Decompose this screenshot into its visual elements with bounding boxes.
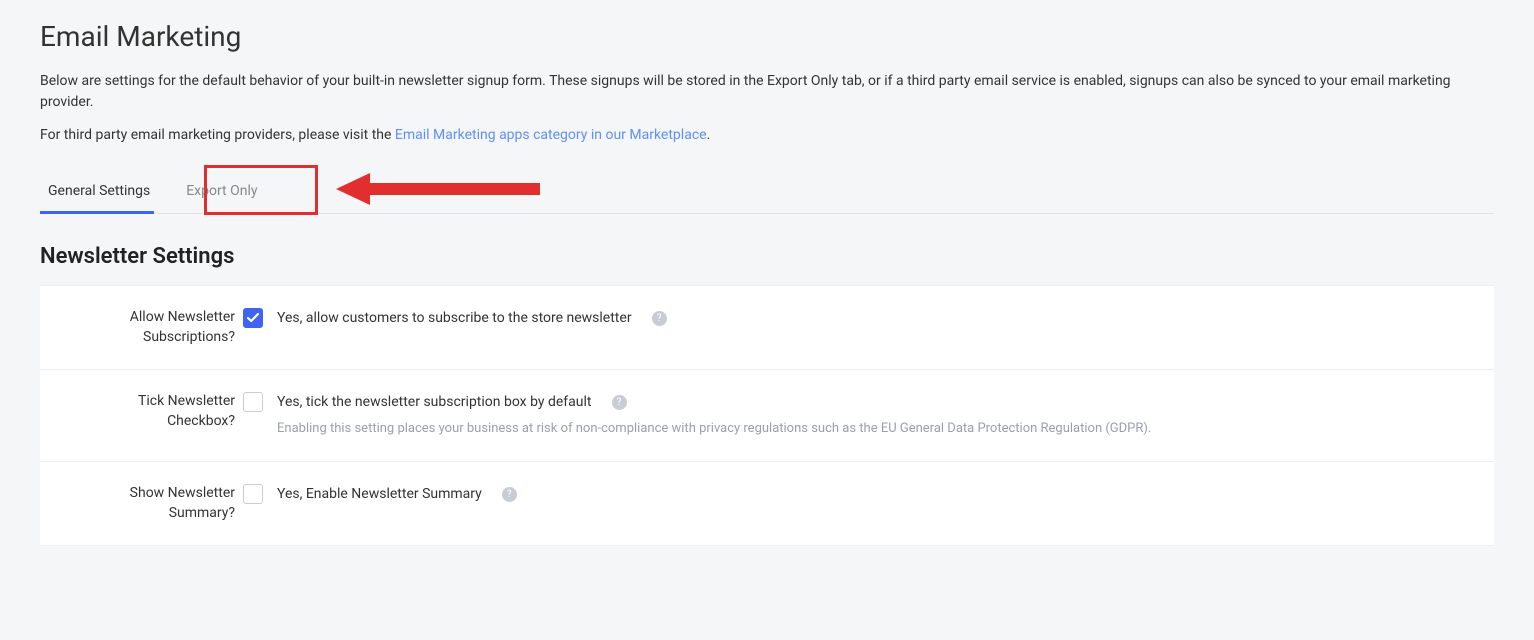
- marketplace-link[interactable]: Email Marketing apps category in our Mar…: [395, 127, 707, 143]
- help-icon[interactable]: ?: [502, 487, 517, 502]
- setting-label: Tick Newsletter Checkbox?: [68, 392, 243, 431]
- setting-tick-newsletter: Tick Newsletter Checkbox? Yes, tick the …: [40, 370, 1494, 462]
- page-description: Below are settings for the default behav…: [40, 71, 1494, 113]
- provider-text-prefix: For third party email marketing provider…: [40, 127, 395, 143]
- section-title: Newsletter Settings: [40, 244, 1494, 269]
- help-icon[interactable]: ?: [612, 395, 627, 410]
- setting-label: Show Newsletter Summary?: [68, 484, 243, 523]
- gdpr-warning-text: Enabling this setting places your busine…: [277, 420, 1466, 439]
- show-summary-checkbox[interactable]: [243, 484, 263, 504]
- setting-label: Allow Newsletter Subscriptions?: [68, 308, 243, 347]
- provider-text-suffix: .: [707, 127, 711, 143]
- tab-general-settings[interactable]: General Settings: [40, 171, 168, 213]
- setting-allow-newsletter: Allow Newsletter Subscriptions? Yes, all…: [40, 286, 1494, 370]
- provider-line: For third party email marketing provider…: [40, 127, 1494, 143]
- tick-newsletter-checkbox[interactable]: [243, 392, 263, 412]
- checkbox-label: Yes, Enable Newsletter Summary: [277, 486, 482, 502]
- allow-newsletter-checkbox[interactable]: [243, 308, 263, 328]
- page-title: Email Marketing: [40, 20, 1494, 53]
- tabs: General Settings Export Only: [40, 171, 1494, 214]
- checkbox-label: Yes, tick the newsletter subscription bo…: [277, 394, 592, 410]
- checkbox-label: Yes, allow customers to subscribe to the…: [277, 310, 632, 326]
- tab-export-only[interactable]: Export Only: [168, 171, 275, 213]
- check-icon: [247, 313, 259, 323]
- settings-panel: Allow Newsletter Subscriptions? Yes, all…: [40, 285, 1494, 546]
- setting-show-summary: Show Newsletter Summary? Yes, Enable New…: [40, 462, 1494, 545]
- annotation-arrow: [330, 167, 550, 215]
- help-icon[interactable]: ?: [652, 311, 667, 326]
